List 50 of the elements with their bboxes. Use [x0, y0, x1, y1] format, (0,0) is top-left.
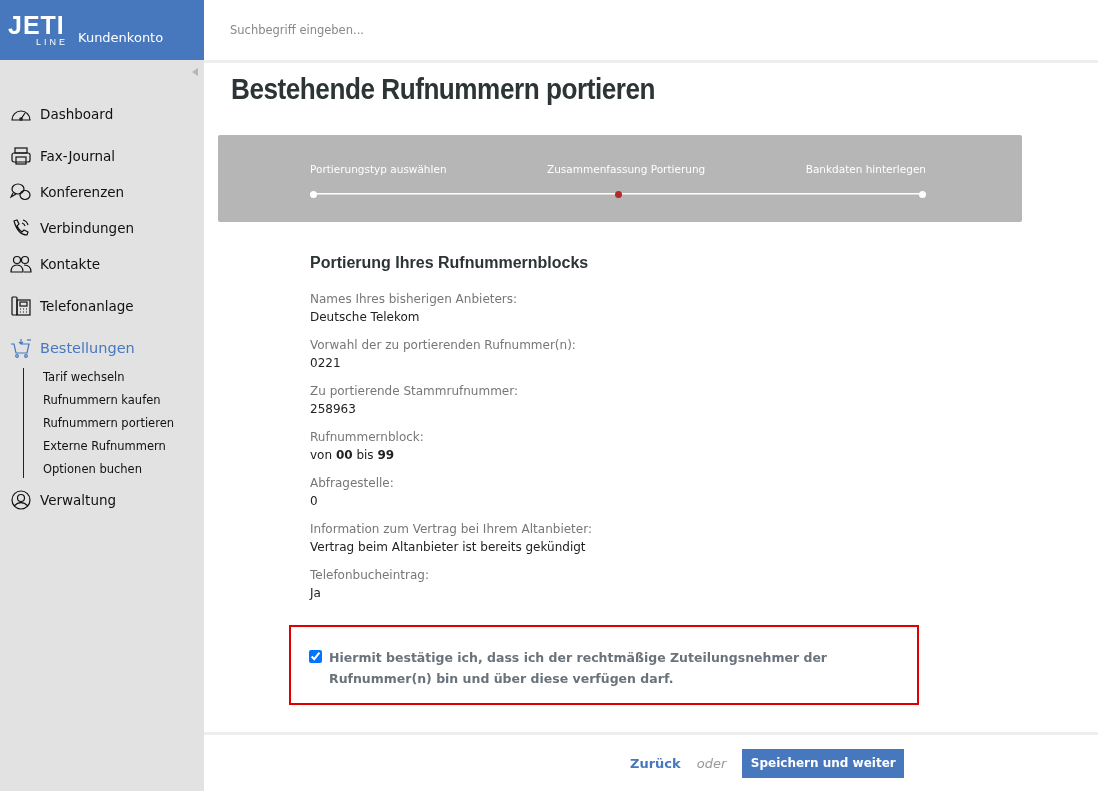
fax-icon: [10, 146, 32, 166]
sidebar-item[interactable]: Telefonanlage: [0, 296, 204, 316]
section-title: Portierung Ihres Rufnummernblocks: [310, 254, 590, 272]
back-link[interactable]: Zurück: [630, 755, 681, 771]
field-value: von 00 bis 99: [310, 447, 396, 464]
page-title: Bestehende Rufnummern portieren: [231, 73, 657, 106]
people-icon: [10, 254, 32, 274]
account-label: Kundenkonto: [78, 29, 164, 45]
field-value: 0: [310, 493, 319, 510]
step-label: Portierungstyp auswählen: [310, 163, 447, 175]
collapse-icon[interactable]: [192, 68, 198, 76]
chat-icon: [10, 182, 32, 202]
user-icon: [10, 490, 32, 510]
field-value: Vertrag beim Altanbieter ist bereits gekündigt: [310, 539, 587, 556]
sidebar-item[interactable]: Konferenzen: [0, 182, 204, 202]
field-value: Deutsche Telekom: [310, 309, 421, 326]
or-text: oder: [696, 755, 727, 771]
confirm-checkbox[interactable]: [309, 650, 322, 663]
pbx-icon: [10, 296, 32, 316]
field-label: Abfragestelle:: [310, 475, 395, 492]
submenu-item[interactable]: Optionen buchen: [43, 462, 204, 476]
field-label: Rufnummernblock:: [310, 429, 425, 446]
submenu-item[interactable]: Rufnummern kaufen: [43, 393, 204, 407]
logo[interactable]: JETI LINE: [8, 13, 68, 47]
field-label: Zu portierende Stammrufnummer:: [310, 383, 519, 400]
confirmation-text: Hiermit bestätige ich, dass ich der rechtmäßige Zuteilungsnehmer der Rufnummer(n) bin und über diese verfügen darf.: [329, 649, 829, 688]
save-continue-button[interactable]: Speichern und weiter: [742, 748, 905, 778]
sidebar-item[interactable]: Dashboard: [0, 104, 204, 124]
field-value: Ja: [310, 585, 322, 602]
sidebar-item[interactable]: Verwaltung: [0, 490, 204, 510]
step-dot[interactable]: [614, 190, 622, 198]
sidebar-item[interactable]: Bestellungen: [0, 338, 204, 358]
step-label: Bankdaten hinterlegen: [805, 163, 926, 175]
step-label: Zusammenfassung Portierung: [547, 163, 706, 175]
submenu-item[interactable]: Tarif wechseln: [43, 370, 204, 384]
sidebar-item[interactable]: Kontakte: [0, 254, 204, 274]
field-label: Names Ihres bisherigen Anbieters:: [310, 291, 519, 308]
field-value: 0221: [310, 355, 342, 372]
submenu-item[interactable]: Externe Rufnummern: [43, 439, 204, 453]
field-label: Information zum Vertrag bei Ihrem Altanbieter:: [310, 521, 593, 538]
field-value: 258963: [310, 401, 357, 418]
sidebar-item[interactable]: Fax-Journal: [0, 146, 204, 166]
cart-icon: [10, 338, 32, 358]
field-label: Vorwahl der zu portierenden Rufnummer(n):: [310, 337, 577, 354]
field-label: Telefonbucheintrag:: [310, 567, 430, 584]
submenu-item[interactable]: Rufnummern portieren: [43, 416, 204, 430]
phone-icon: [10, 218, 32, 238]
step-dot[interactable]: [919, 190, 926, 198]
sidebar-item[interactable]: Verbindungen: [0, 218, 204, 238]
step-dot[interactable]: [310, 190, 317, 198]
